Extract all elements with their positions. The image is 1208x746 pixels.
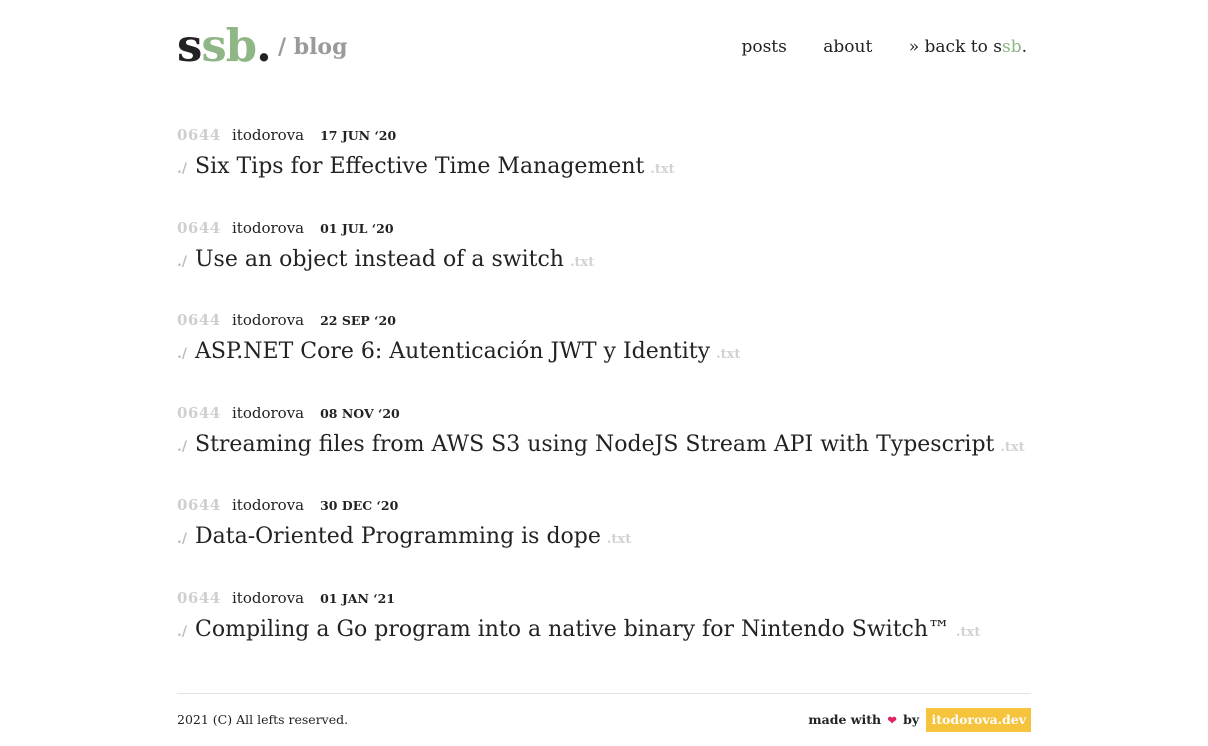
logo-letter-s: s bbox=[177, 19, 202, 72]
post-extension: .txt bbox=[606, 532, 632, 547]
post-author: itodorova bbox=[232, 496, 305, 514]
post-author: itodorova bbox=[232, 588, 305, 607]
post-list: 0644 itodorova 17 JUN ‘20 ./ Six Tips for E… bbox=[177, 124, 1031, 679]
post-title-link[interactable]: Data-Oriented Programming is dope bbox=[195, 524, 601, 549]
post-item: 0644 itodorova 08 NOV ‘20 ./ Streaming file… bbox=[177, 402, 1031, 495]
footer-divider bbox=[177, 693, 1031, 694]
post-author: itodorova bbox=[232, 218, 305, 237]
post-item: 0644 itodorova 17 JUN ‘20 ./ Six Tips for E… bbox=[177, 124, 1031, 217]
post-permissions: 0644 bbox=[177, 126, 221, 144]
post-meta: 0644 itodorova 17 JUN ‘20 bbox=[177, 124, 396, 146]
footer-made-with: made with ❤ by itodorova.dev bbox=[808, 708, 1031, 733]
post-author: itodorova bbox=[232, 403, 305, 422]
post-permissions: 0644 bbox=[177, 496, 221, 514]
post-title-row: ./ Streaming files from AWS S3 using Node… bbox=[177, 429, 1025, 464]
post-extension: .txt bbox=[650, 162, 675, 177]
post-extension: .txt bbox=[1000, 439, 1025, 455]
post-date: 22 SEP ‘20 bbox=[320, 313, 396, 328]
logo-letters-sb: sb bbox=[201, 19, 257, 72]
post-item: 0644 itodorova 01 JAN ‘21 ./ Compiling a Go… bbox=[177, 587, 1031, 680]
heart-icon: ❤ bbox=[887, 714, 897, 727]
post-extension: .txt bbox=[956, 624, 981, 640]
author-site-link[interactable]: itodorova.dev bbox=[926, 708, 1031, 732]
post-path-prefix: ./ bbox=[177, 253, 187, 270]
post-title-row: ./ Use an object instead of a switch .txt bbox=[177, 244, 594, 279]
post-title-row: ./ Six Tips for Effective Time Management… bbox=[177, 151, 675, 186]
post-title-link[interactable]: ASP.NET Core 6: Autenticación JWT y Iden… bbox=[195, 339, 710, 364]
nav-back-to-ssb-link[interactable]: » back to ssb. bbox=[909, 37, 1027, 57]
post-author: itodorova bbox=[232, 311, 305, 329]
post-permissions: 0644 bbox=[177, 588, 221, 607]
post-item: 0644 itodorova 22 SEP ‘20 ./ ASP.NET Core 6… bbox=[177, 309, 1031, 402]
logo-dot: . bbox=[256, 19, 272, 72]
back-link-prefix: » back to s bbox=[908, 37, 1002, 57]
post-extension: .txt bbox=[716, 347, 741, 362]
post-author: itodorova bbox=[232, 126, 305, 144]
by-label: by bbox=[903, 712, 920, 727]
site-logo[interactable]: ssb. bbox=[177, 18, 272, 74]
post-permissions: 0644 bbox=[177, 218, 221, 237]
site-header: ssb. / blog posts about » back to ssb. bbox=[177, 18, 1031, 78]
post-meta: 0644 itodorova 08 NOV ‘20 bbox=[177, 402, 400, 424]
post-date: 30 DEC ‘20 bbox=[320, 498, 399, 513]
post-title-link[interactable]: Streaming files from AWS S3 using NodeJS… bbox=[195, 432, 994, 457]
post-meta: 0644 itodorova 30 DEC ‘20 bbox=[177, 494, 398, 516]
made-with-label: made with bbox=[808, 712, 882, 727]
footer-copyright: 2021 (C) All lefts reserved. bbox=[177, 712, 349, 727]
post-path-prefix: ./ bbox=[177, 346, 187, 362]
post-meta: 0644 itodorova 01 JAN ‘21 bbox=[177, 587, 395, 609]
post-path-prefix: ./ bbox=[177, 161, 187, 177]
post-path-prefix: ./ bbox=[177, 623, 187, 640]
post-extension: .txt bbox=[569, 254, 595, 270]
post-item: 0644 itodorova 30 DEC ‘20 ./ Data-Oriented … bbox=[177, 494, 1031, 587]
post-title-row: ./ ASP.NET Core 6: Autenticación JWT y Id… bbox=[177, 336, 740, 371]
post-item: 0644 itodorova 01 JUL ‘20 ./ Use an object … bbox=[177, 217, 1031, 310]
main-nav: posts about » back to ssb. bbox=[710, 34, 1027, 60]
post-date: 08 NOV ‘20 bbox=[320, 405, 400, 421]
post-path-prefix: ./ bbox=[177, 438, 187, 455]
nav-about-link[interactable]: about bbox=[823, 37, 872, 57]
post-permissions: 0644 bbox=[177, 311, 221, 329]
post-permissions: 0644 bbox=[177, 403, 221, 422]
post-date: 17 JUN ‘20 bbox=[320, 128, 397, 143]
post-title-row: ./ Compiling a Go program into a native b… bbox=[177, 614, 980, 649]
section-label: / blog bbox=[278, 34, 348, 60]
post-meta: 0644 itodorova 01 JUL ‘20 bbox=[177, 217, 394, 239]
post-title-link[interactable]: Six Tips for Effective Time Management bbox=[195, 154, 644, 179]
back-link-suffix: . bbox=[1021, 37, 1027, 57]
back-link-accent: sb bbox=[1001, 37, 1022, 57]
post-path-prefix: ./ bbox=[177, 531, 187, 547]
post-title-link[interactable]: Use an object instead of a switch bbox=[195, 247, 564, 272]
post-date: 01 JAN ‘21 bbox=[320, 590, 395, 606]
post-title-row: ./ Data-Oriented Programming is dope .txt bbox=[177, 521, 631, 556]
post-meta: 0644 itodorova 22 SEP ‘20 bbox=[177, 309, 396, 331]
post-date: 01 JUL ‘20 bbox=[320, 220, 394, 236]
nav-posts-link[interactable]: posts bbox=[741, 37, 786, 57]
post-title-link[interactable]: Compiling a Go program into a native bin… bbox=[195, 617, 950, 642]
